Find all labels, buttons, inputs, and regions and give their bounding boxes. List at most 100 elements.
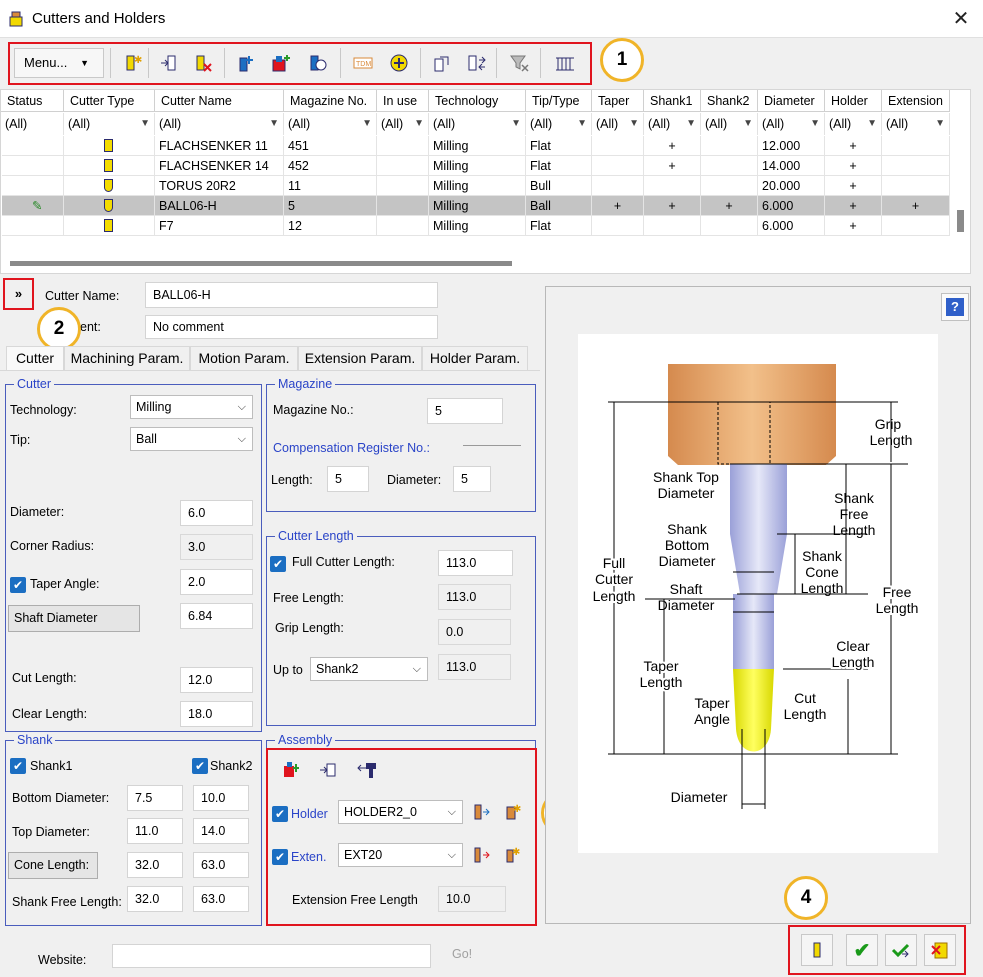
top-diameter-2-input[interactable]: 14.0 <box>193 818 249 844</box>
col-shank1[interactable]: Shank1 <box>644 90 701 112</box>
holder-pick-icon[interactable] <box>471 803 491 824</box>
delete-cutter-icon[interactable] <box>190 50 216 76</box>
top-diameter-1-input[interactable]: 11.0 <box>127 818 183 844</box>
shaft-diameter-button[interactable]: Shaft Diameter <box>8 605 140 632</box>
tab-cutter[interactable]: Cutter <box>6 346 64 370</box>
go-button[interactable]: Go! <box>452 947 472 961</box>
shank1-checkbox[interactable]: ✔ <box>10 758 26 774</box>
table-row[interactable]: FLACHSENKER 14 452 Milling Flat +14.000 + <box>2 156 950 176</box>
add-circle-icon[interactable] <box>386 50 412 76</box>
swap-icon[interactable] <box>464 50 490 76</box>
bottom-diameter-2-input[interactable]: 10.0 <box>193 785 249 811</box>
add-shank-icon[interactable] <box>232 50 258 76</box>
help-button[interactable]: ? <box>941 293 969 321</box>
cutter-name-input[interactable]: BALL06-H <box>145 282 438 308</box>
table-row[interactable]: TORUS 20R2 11 Milling Bull 20.000 + <box>2 176 950 196</box>
columns-icon[interactable] <box>552 50 578 76</box>
cone-length-button[interactable]: Cone Length: <box>8 852 98 879</box>
filter-cutter-name[interactable]: (All) ▼ <box>155 113 284 135</box>
col-magazine[interactable]: Magazine No. <box>284 90 377 112</box>
ext-free-length-input[interactable]: 10.0 <box>438 886 506 912</box>
filter-holder[interactable]: (All) ▼ <box>825 113 882 135</box>
clear-length-input[interactable]: 18.0 <box>180 701 253 727</box>
mag-length-input[interactable]: 5 <box>327 466 369 492</box>
close-icon[interactable]: ✕ <box>944 6 978 32</box>
extension-pick-icon[interactable] <box>471 846 491 867</box>
shaft-diameter-input[interactable]: 6.84 <box>180 603 253 629</box>
col-diameter[interactable]: Diameter <box>758 90 825 112</box>
apply-button[interactable] <box>885 934 917 966</box>
taper-angle-input[interactable]: 2.0 <box>180 569 253 595</box>
col-technology[interactable]: Technology <box>429 90 526 112</box>
shank-free-length-1-input[interactable]: 32.0 <box>127 886 183 912</box>
holder-new-icon[interactable]: ✱ <box>503 803 523 824</box>
col-in-use[interactable]: In use <box>377 90 429 112</box>
filter-extension[interactable]: (All) ▼ <box>882 113 950 135</box>
tip-select[interactable]: Ball ⌵ <box>130 427 253 451</box>
magazine-no-input[interactable]: 5 <box>427 398 503 424</box>
col-holder[interactable]: Holder <box>825 90 882 112</box>
tab-motion[interactable]: Motion Param. <box>190 346 298 370</box>
full-length-checkbox[interactable]: ✔ <box>270 556 286 572</box>
website-input[interactable] <box>112 944 431 968</box>
col-shank2[interactable]: Shank2 <box>701 90 758 112</box>
col-tip[interactable]: Tip/Type <box>526 90 592 112</box>
assembly-holder-icon[interactable] <box>282 760 304 783</box>
cone-length-1-input[interactable]: 32.0 <box>127 852 183 878</box>
technology-select[interactable]: Milling ⌵ <box>130 395 253 419</box>
exit-button[interactable] <box>924 934 956 966</box>
table-row[interactable]: F7 12 Milling Flat 6.000 + <box>2 216 950 236</box>
comment-input[interactable]: No comment <box>145 315 438 339</box>
vertical-scrollbar[interactable] <box>957 210 964 232</box>
table-row[interactable]: ✎ BALL06-H 5 Milling Ball + + +6.000 + + <box>2 196 950 216</box>
extension-select[interactable]: EXT20 ⌵ <box>338 843 463 867</box>
tdm-icon[interactable]: TDM <box>350 50 376 76</box>
holder-checkbox[interactable]: ✔ <box>272 806 288 822</box>
col-status[interactable]: Status <box>1 90 64 112</box>
filter-magazine[interactable]: (All) ▼ <box>284 113 377 135</box>
cut-length-input[interactable]: 12.0 <box>180 667 253 693</box>
extension-new-icon[interactable]: ✱ <box>503 846 523 867</box>
tab-holder[interactable]: Holder Param. <box>422 346 528 370</box>
taper-angle-checkbox[interactable]: ✔ <box>10 577 26 593</box>
filter-cutter-type[interactable]: (All) ▼ <box>64 113 155 135</box>
col-cutter-type[interactable]: Cutter Type <box>64 90 155 112</box>
horizontal-scrollbar[interactable] <box>10 261 512 266</box>
filter-shank2[interactable]: (All) ▼ <box>701 113 758 135</box>
new-cutter-icon[interactable]: ✱ <box>118 50 144 76</box>
holder-select[interactable]: HOLDER2_0 ⌵ <box>338 800 463 824</box>
free-length-input[interactable]: 113.0 <box>438 584 511 610</box>
shank-free-length-2-input[interactable]: 63.0 <box>193 886 249 912</box>
full-length-input[interactable]: 113.0 <box>438 550 513 576</box>
clear-filter-icon[interactable] <box>506 50 532 76</box>
col-taper[interactable]: Taper <box>592 90 644 112</box>
extension-checkbox[interactable]: ✔ <box>272 849 288 865</box>
export-icon[interactable] <box>428 50 454 76</box>
col-cutter-name[interactable]: Cutter Name <box>155 90 284 112</box>
cutter-table[interactable]: Status Cutter Type Cutter Name Magazine … <box>0 89 971 274</box>
import-icon[interactable] <box>156 50 182 76</box>
menu-button[interactable]: Menu... ▼ <box>14 48 104 78</box>
mag-diameter-input[interactable]: 5 <box>453 466 491 492</box>
assembly-attach-icon[interactable] <box>356 760 378 783</box>
col-extension[interactable]: Extension <box>882 90 950 112</box>
filter-taper[interactable]: (All) ▼ <box>592 113 644 135</box>
ok-button[interactable]: ✔ <box>846 934 878 966</box>
collapse-icon[interactable]: » <box>9 284 28 304</box>
add-holder-icon[interactable] <box>268 50 294 76</box>
cone-length-2-input[interactable]: 63.0 <box>193 852 249 878</box>
table-row[interactable]: FLACHSENKER 11 451 Milling Flat +12.000 + <box>2 136 950 156</box>
upto-length-input[interactable]: 113.0 <box>438 654 511 680</box>
tab-machining[interactable]: Machining Param. <box>64 346 190 370</box>
corner-radius-input[interactable]: 3.0 <box>180 534 253 560</box>
verify-cutter-icon[interactable] <box>304 50 330 76</box>
filter-tip[interactable]: (All) ▼ <box>526 113 592 135</box>
cutter-info-button[interactable] <box>801 934 833 966</box>
diameter-input[interactable]: 6.0 <box>180 500 253 526</box>
assembly-import-icon[interactable] <box>318 760 340 783</box>
bottom-diameter-1-input[interactable]: 7.5 <box>127 785 183 811</box>
filter-in-use[interactable]: (All) ▼ <box>377 113 429 135</box>
grip-length-input[interactable]: 0.0 <box>438 619 511 645</box>
filter-technology[interactable]: (All) ▼ <box>429 113 526 135</box>
shank2-checkbox[interactable]: ✔ <box>192 758 208 774</box>
